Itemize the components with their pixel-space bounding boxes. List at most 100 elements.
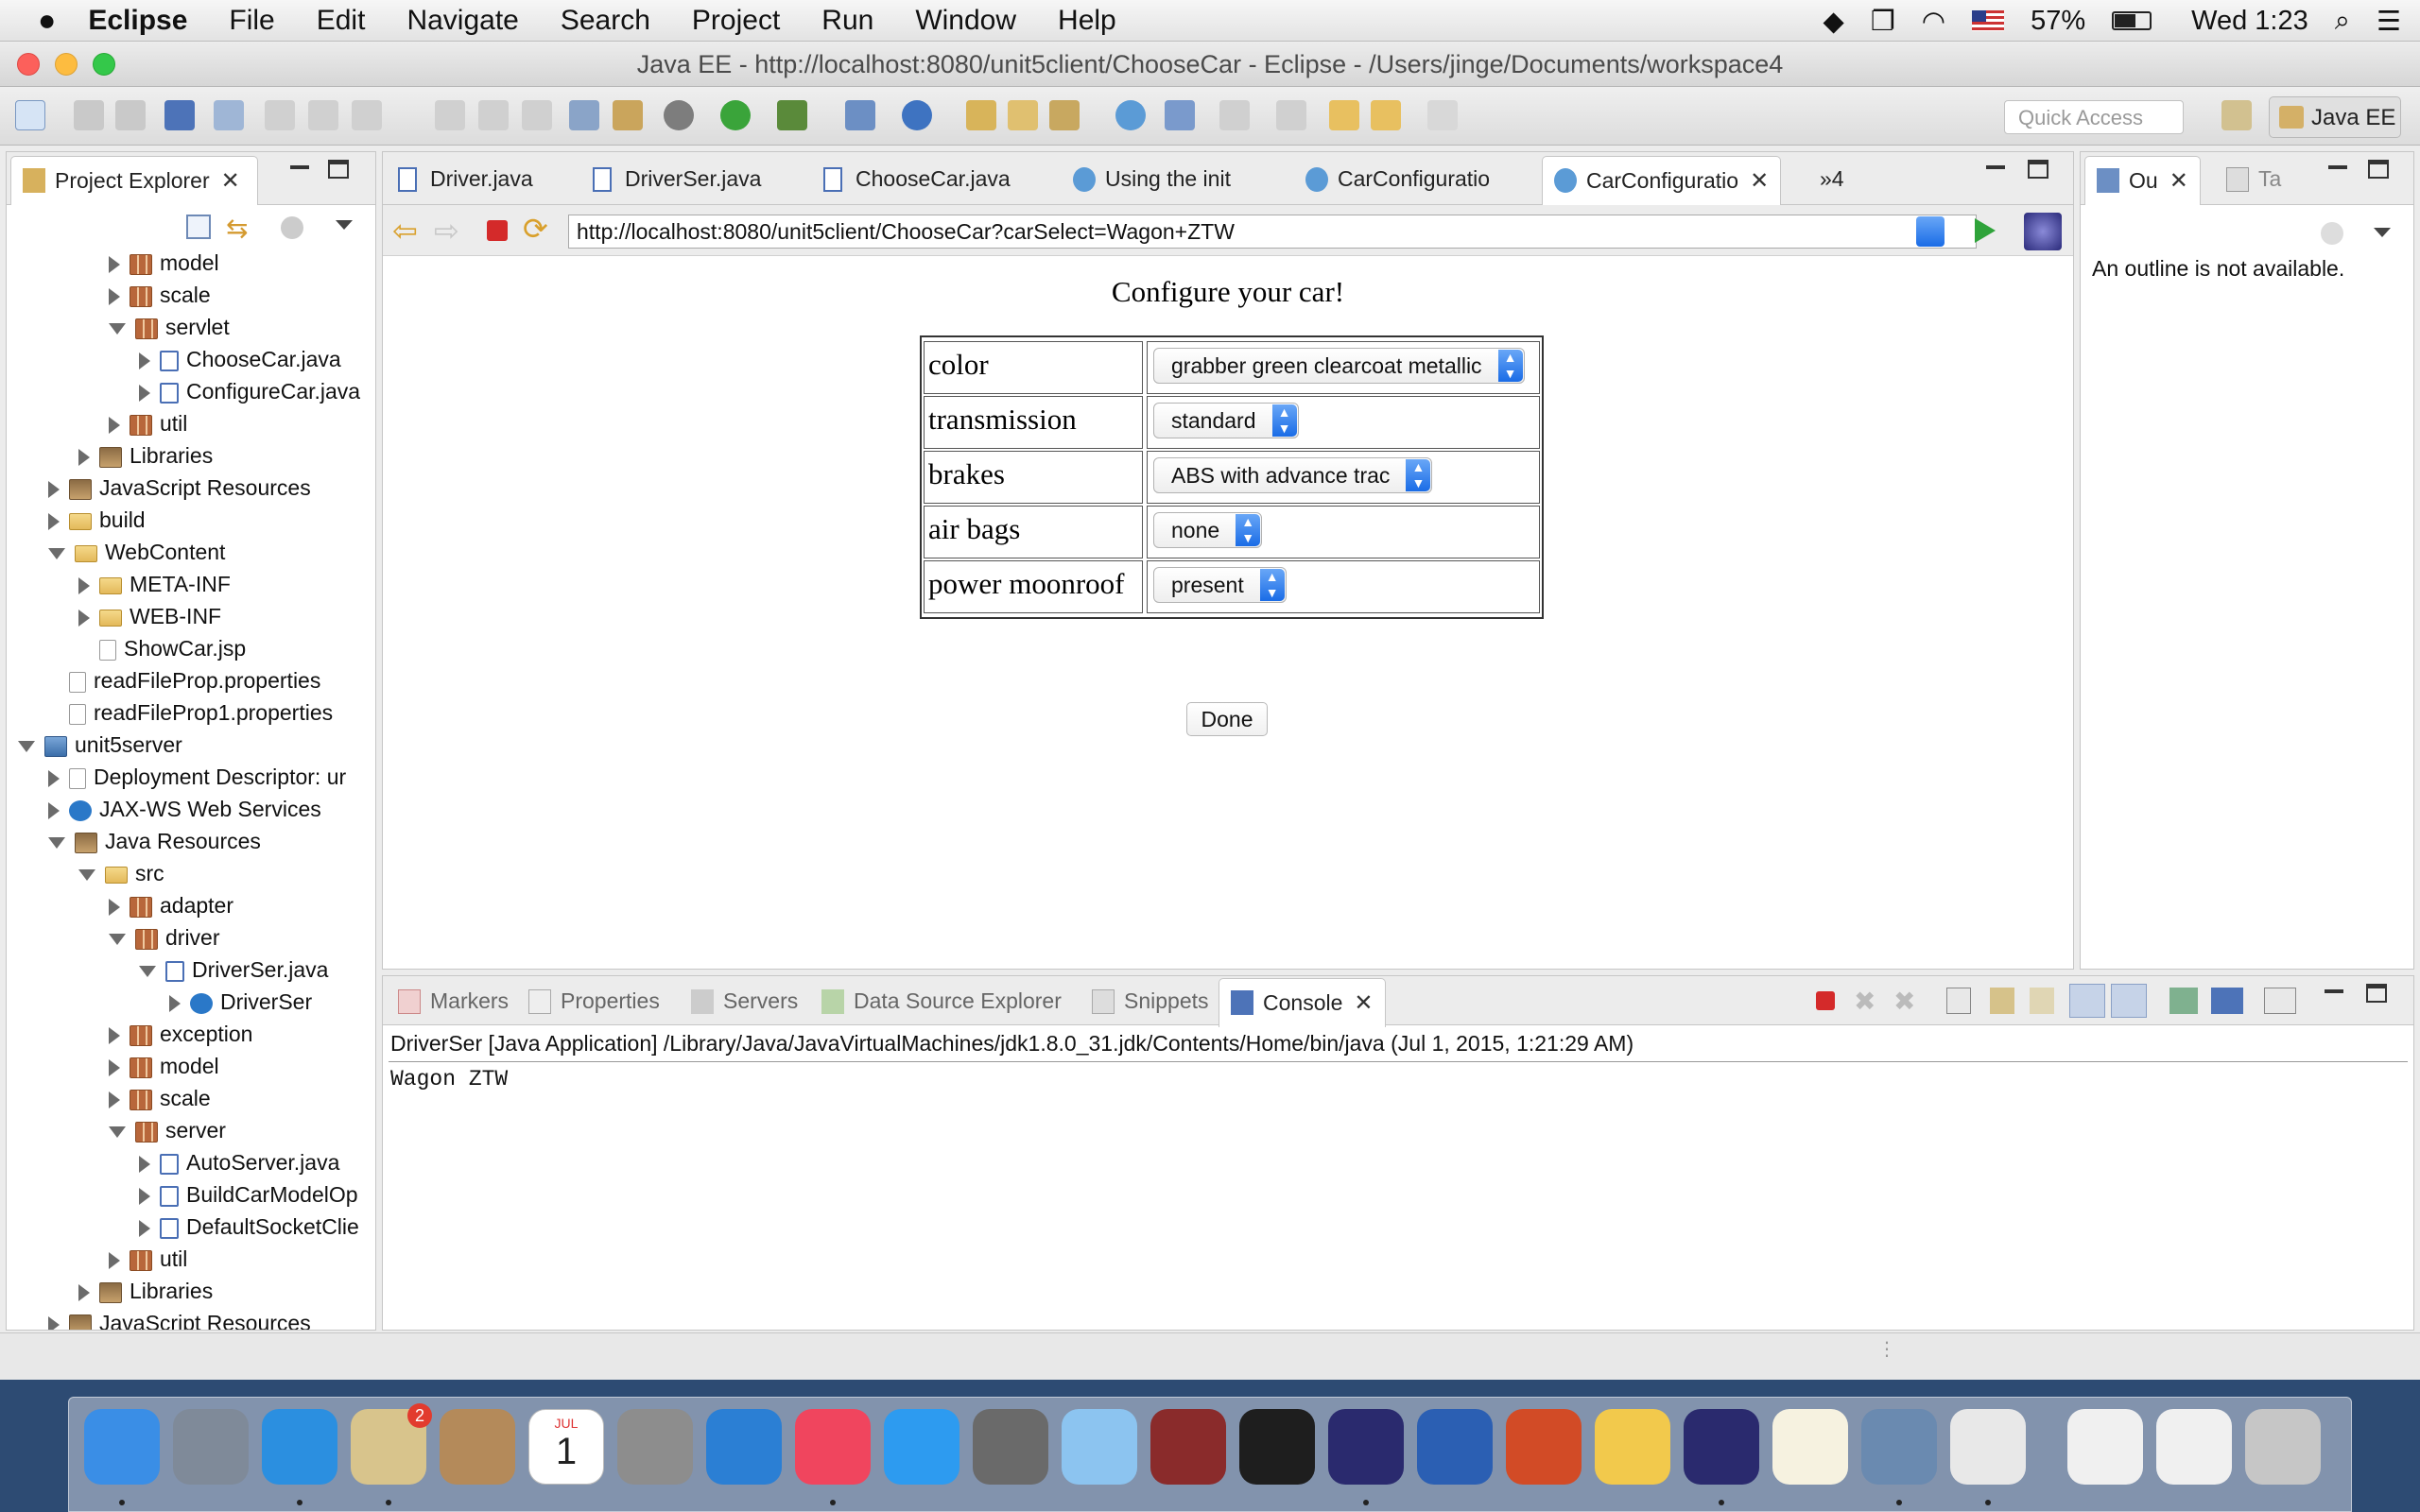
java-icon[interactable]	[1950, 1409, 2026, 1485]
launchpad-icon[interactable]	[173, 1409, 249, 1485]
menu-project[interactable]: Project	[692, 5, 780, 37]
terminal-icon[interactable]	[1239, 1409, 1315, 1485]
tree-item[interactable]: readFileProp.properties	[48, 664, 320, 696]
tree-item[interactable]: JAX-WS Web Services	[48, 793, 321, 825]
expand-arrow-icon[interactable]	[78, 1283, 90, 1301]
document-icon[interactable]	[2067, 1409, 2143, 1485]
expand-arrow-icon[interactable]	[109, 1058, 120, 1076]
menu-search[interactable]: Search	[561, 5, 650, 37]
step-over-icon[interactable]	[478, 100, 509, 130]
tree-item[interactable]: scale	[109, 1082, 211, 1114]
photos-icon[interactable]	[1595, 1409, 1670, 1485]
go-icon[interactable]	[1975, 218, 1996, 243]
powerpoint-icon[interactable]	[1506, 1409, 1582, 1485]
tab-task-list[interactable]: Ta	[2215, 156, 2292, 205]
step-into-icon[interactable]	[435, 100, 465, 130]
tab-project-explorer[interactable]: Project Explorer ✕	[10, 156, 258, 205]
refresh-icon[interactable]: ⟳	[523, 211, 548, 247]
expand-arrow-icon[interactable]	[48, 801, 60, 819]
expand-arrow-icon[interactable]	[139, 352, 150, 369]
expand-arrow-icon[interactable]	[169, 994, 181, 1012]
option-select[interactable]: none ▲ ▼	[1153, 512, 1263, 548]
maximize-panel-icon[interactable]	[2368, 160, 2389, 179]
tree-item[interactable]: model	[109, 1050, 219, 1082]
eclipse-icon[interactable]	[1328, 1409, 1404, 1485]
debug-suspend-icon[interactable]	[308, 100, 338, 130]
expand-arrow-icon[interactable]	[109, 287, 120, 305]
tree-item[interactable]: Libraries	[78, 1275, 213, 1307]
done-button[interactable]: Done	[1186, 702, 1268, 736]
tree-item[interactable]: ChooseCar.java	[139, 343, 341, 375]
collapse-arrow-icon[interactable]	[18, 740, 35, 752]
pin-console-icon[interactable]	[2169, 988, 2198, 1014]
tab-console[interactable]: Console ✕	[1219, 978, 1386, 1027]
screen-share-icon[interactable]: ❐	[1871, 5, 1895, 38]
tab-choosecar-java[interactable]: ChooseCar.java	[812, 156, 1022, 205]
finder-icon[interactable]	[84, 1409, 160, 1485]
scroll-lock-icon[interactable]	[1990, 988, 2014, 1014]
tree-item[interactable]: driver	[109, 921, 220, 954]
focus-icon[interactable]	[2321, 222, 2343, 245]
system-preferences-icon[interactable]	[973, 1409, 1048, 1485]
collapse-arrow-icon[interactable]	[109, 1125, 126, 1138]
expand-arrow-icon[interactable]	[109, 1091, 120, 1108]
url-dropdown-button[interactable]	[1916, 216, 1945, 247]
textedit-icon[interactable]	[1772, 1409, 1848, 1485]
dropbox-icon[interactable]: ◆	[1823, 5, 1843, 38]
maximize-panel-icon[interactable]	[2366, 984, 2387, 1003]
option-select[interactable]: grabber green clearcoat metallic ▲ ▼	[1153, 348, 1525, 384]
spotlight-icon[interactable]: ⌕	[2335, 6, 2350, 37]
tree-item[interactable]: Java Resources	[48, 825, 261, 857]
expand-arrow-icon[interactable]	[109, 898, 120, 916]
tab-driver-java[interactable]: Driver.java	[387, 156, 544, 205]
collapse-arrow-icon[interactable]	[109, 322, 126, 335]
calendar-icon[interactable]: JUL 1	[528, 1409, 604, 1485]
debug-icon[interactable]	[777, 100, 807, 130]
tree-item[interactable]: JavaScript Resources	[48, 472, 311, 504]
display-console-icon[interactable]	[2211, 988, 2243, 1014]
remove-all-icon[interactable]: ✖	[1893, 986, 1915, 1017]
notification-center-icon[interactable]: ☰	[2377, 5, 2401, 38]
app-store-icon[interactable]	[884, 1409, 959, 1485]
minimize-panel-icon[interactable]	[1986, 165, 2005, 169]
expand-arrow-icon[interactable]	[139, 1219, 150, 1237]
annotation-icon[interactable]	[1219, 100, 1250, 130]
open-perspective-icon[interactable]	[2221, 100, 2252, 130]
web-service-icon[interactable]	[1165, 100, 1195, 130]
close-icon[interactable]: ✕	[1750, 168, 1769, 194]
collapse-arrow-icon[interactable]	[48, 836, 65, 849]
tree-item[interactable]: servlet	[109, 311, 230, 343]
run-icon[interactable]	[720, 100, 751, 130]
new-package-icon[interactable]	[845, 100, 875, 130]
forward-icon[interactable]: ⇨	[434, 213, 459, 249]
terminate-icon[interactable]	[1816, 991, 1835, 1010]
show-on-output-icon[interactable]	[2069, 984, 2105, 1018]
minimize-panel-icon[interactable]	[2325, 989, 2343, 993]
expand-arrow-icon[interactable]	[48, 512, 60, 530]
clock[interactable]: Wed 1:23	[2191, 6, 2308, 37]
url-input[interactable]: http://localhost:8080/unit5client/Choose…	[568, 215, 1977, 249]
tree-item[interactable]: exception	[109, 1018, 252, 1050]
apple-icon[interactable]: ●	[38, 3, 56, 38]
debug-terminate-icon[interactable]	[352, 100, 382, 130]
expand-arrow-icon[interactable]	[139, 384, 150, 402]
calculator-icon[interactable]	[617, 1409, 693, 1485]
tree-item[interactable]: Libraries	[78, 439, 213, 472]
tab-markers[interactable]: Markers	[387, 978, 520, 1027]
image-capture-icon[interactable]	[1861, 1409, 1937, 1485]
menu-help[interactable]: Help	[1058, 5, 1116, 37]
expand-arrow-icon[interactable]	[48, 480, 60, 498]
preview-icon[interactable]	[1062, 1409, 1137, 1485]
expand-arrow-icon[interactable]	[139, 1155, 150, 1173]
tab-servers[interactable]: Servers	[680, 978, 809, 1027]
expand-arrow-icon[interactable]	[109, 1251, 120, 1269]
expand-arrow-icon[interactable]	[78, 609, 90, 627]
tab-using-the-init[interactable]: Using the init	[1062, 156, 1242, 205]
safari-icon[interactable]	[262, 1409, 337, 1485]
debug-resume-icon[interactable]	[265, 100, 295, 130]
close-icon[interactable]: ✕	[1354, 990, 1373, 1016]
collapse-arrow-icon[interactable]	[48, 547, 65, 559]
globe-icon[interactable]	[1115, 100, 1146, 130]
quick-access-input[interactable]: Quick Access	[2004, 100, 2184, 134]
maximize-panel-icon[interactable]	[2028, 160, 2048, 179]
